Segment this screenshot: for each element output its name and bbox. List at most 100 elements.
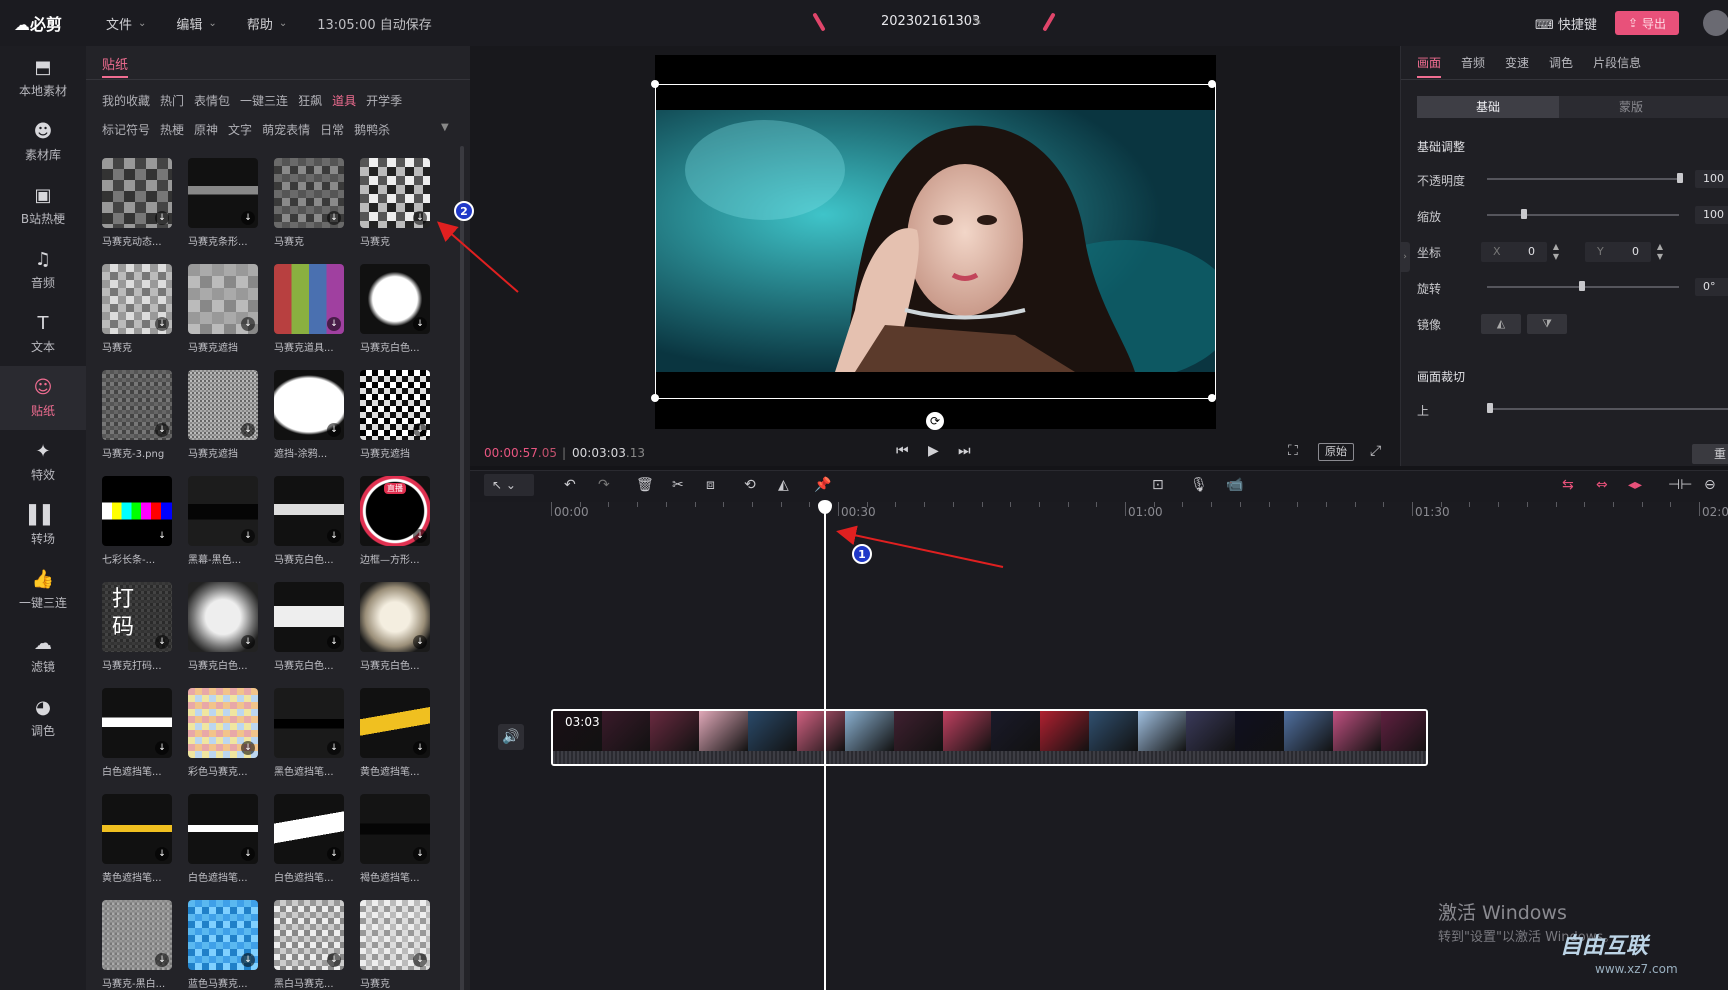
category-tab[interactable]: 狂飙 [298,92,322,109]
download-icon[interactable]: ↓ [327,847,341,861]
text-recognize-icon[interactable]: ⊡ [1152,477,1164,493]
download-icon[interactable]: ↓ [327,635,341,649]
sticker-item[interactable]: ↓ 马赛克遮挡 [188,264,274,370]
playhead[interactable] [824,502,826,990]
tab-picture[interactable]: 画面 [1417,54,1441,71]
sticker-thumbnail[interactable]: ↓ [274,688,344,758]
fullscreen-icon[interactable]: ⤢ [1370,443,1381,459]
sticker-item[interactable]: ↓ 马赛克动态... [102,158,188,264]
category-tab[interactable]: 我的收藏 [102,92,150,109]
microphone-icon[interactable]: 🎙 [1190,477,1208,493]
download-icon[interactable]: ↓ [413,635,427,649]
sticker-thumbnail[interactable]: ↓ [274,582,344,652]
sticker-item[interactable]: ↓ 马赛克道具... [274,264,360,370]
sticker-thumbnail[interactable]: ↓ [274,370,344,440]
tab-color[interactable]: 调色 [1549,54,1573,71]
link-track-icon[interactable]: ⇆ [1562,477,1574,493]
opacity-slider-knob[interactable] [1677,173,1683,183]
download-icon[interactable]: ↓ [155,423,169,437]
sticker-thumbnail[interactable]: ↓ [360,688,430,758]
sticker-thumbnail[interactable]: 打码 ↓ [102,582,172,652]
sidebar-item-audio[interactable]: ♫ 音频 [0,238,86,302]
sticker-thumbnail[interactable]: ↓ [360,582,430,652]
sticker-thumbnail[interactable]: ↓ [102,370,172,440]
sticker-item[interactable]: ↓ 马赛克 [102,264,188,370]
download-icon[interactable]: ↓ [413,529,427,543]
sticker-item[interactable]: ↓ 马赛克 [360,158,446,264]
reset-button[interactable]: 重 [1692,444,1728,464]
sticker-item[interactable]: ↓ 七彩长条-... [102,476,188,582]
mirror-icon[interactable]: ◭ [778,477,789,493]
category-tab[interactable]: 文字 [228,121,252,138]
download-icon[interactable]: ↓ [155,529,169,543]
sticker-thumbnail[interactable]: ↓ [188,688,258,758]
sticker-item[interactable]: ↓ 黑白马赛克... [274,900,360,990]
sticker-item[interactable]: ↓ 遮挡-涂鸦... [274,370,360,476]
download-icon[interactable]: ↓ [241,953,255,967]
download-icon[interactable]: ↓ [241,635,255,649]
menu-edit[interactable]: 编辑 ⌄ [176,14,216,33]
download-icon[interactable]: ↓ [155,847,169,861]
audio-split-icon[interactable]: ◂▸ [1628,477,1642,493]
sticker-thumbnail[interactable]: ↓ [360,794,430,864]
video-clip[interactable]: 03:03 [551,709,1428,766]
sticker-thumbnail[interactable]: ↓ [102,158,172,228]
sticker-item[interactable]: ↓ 白色遮挡笔... [274,794,360,900]
download-icon[interactable]: ↓ [327,953,341,967]
download-icon[interactable]: ↓ [413,423,427,437]
download-icon[interactable]: ↓ [413,953,427,967]
sticker-thumbnail[interactable]: ↓ [360,158,430,228]
sticker-item[interactable]: ↓ 马赛克白色... [188,582,274,688]
camera-icon[interactable]: 📹 [1226,477,1243,493]
sticker-item[interactable]: ↓ 马赛克-3.png [102,370,188,476]
download-icon[interactable]: ↓ [155,953,169,967]
sticker-item[interactable]: ↓ 褐色遮挡笔... [360,794,446,900]
sticker-item[interactable]: 打码 ↓ 马赛克打码... [102,582,188,688]
category-tab[interactable]: 热门 [160,92,184,109]
sticker-item[interactable]: ↓ 马赛克白色... [274,476,360,582]
sticker-item[interactable]: ↓ 白色遮挡笔... [102,688,188,794]
sidebar-item-local-media[interactable]: ⬒ 本地素材 [0,46,86,110]
category-tab[interactable]: 开学季 [366,92,402,109]
sticker-thumbnail[interactable]: ↓ [188,476,258,546]
download-icon[interactable]: ↓ [327,529,341,543]
tab-speed[interactable]: 变速 [1505,54,1529,71]
sticker-thumbnail[interactable]: ↓ [188,900,258,970]
category-tab[interactable]: 萌宠表情 [262,121,310,138]
x-field[interactable]: X0 [1481,242,1547,262]
category-tab[interactable]: 标记符号 [102,121,150,138]
export-button[interactable]: ⇪ 导出 [1615,11,1679,35]
sidebar-item-bilibili-memes[interactable]: ▣ B站热梗 [0,174,86,238]
selection-box[interactable] [655,84,1216,399]
sticker-item[interactable]: ↓ 马赛克白色... [360,264,446,370]
sticker-thumbnail[interactable]: ↓ [102,794,172,864]
sticker-item[interactable]: ↓ 蓝色马赛克... [188,900,274,990]
sidebar-item-transitions[interactable]: ▌▌ 转场 [0,494,86,558]
delete-icon[interactable]: 🗑 [636,477,654,493]
y-field[interactable]: Y0 [1585,242,1651,262]
play-icon[interactable]: ▶ [928,443,939,459]
sticker-thumbnail[interactable]: ↓ [274,794,344,864]
sticker-thumbnail[interactable]: ↓ [274,158,344,228]
sticker-thumbnail[interactable]: ↓ [188,264,258,334]
download-icon[interactable]: ↓ [241,423,255,437]
download-icon[interactable]: ↓ [327,317,341,331]
zoom-out-icon[interactable]: ⊖ [1704,477,1716,493]
sticker-thumbnail[interactable]: ↓ [274,476,344,546]
tab-clip-info[interactable]: 片段信息 [1593,54,1641,71]
category-tab[interactable]: 原神 [194,121,218,138]
sidebar-item-stickers[interactable]: ☺ 贴纸 [0,366,86,430]
y-stepper-icon[interactable]: ▲ ▼ [1655,242,1665,262]
split-icon[interactable]: ✂ [672,477,684,493]
avatar[interactable] [1703,10,1728,36]
project-name[interactable]: 202302161303 [881,14,980,29]
download-icon[interactable]: ↓ [413,211,427,225]
resize-handle[interactable] [1208,80,1216,88]
mirror-vertical-icon[interactable]: ⧩ [1527,314,1567,334]
sticker-item[interactable]: ↓ 白色遮挡笔... [188,794,274,900]
sticker-thumbnail[interactable]: ↓ [188,370,258,440]
pin-icon[interactable]: 📌 [814,477,831,493]
download-icon[interactable]: ↓ [241,529,255,543]
redo-icon[interactable]: ↷ [598,477,610,493]
skip-back-icon[interactable]: ⏮ [896,443,909,459]
